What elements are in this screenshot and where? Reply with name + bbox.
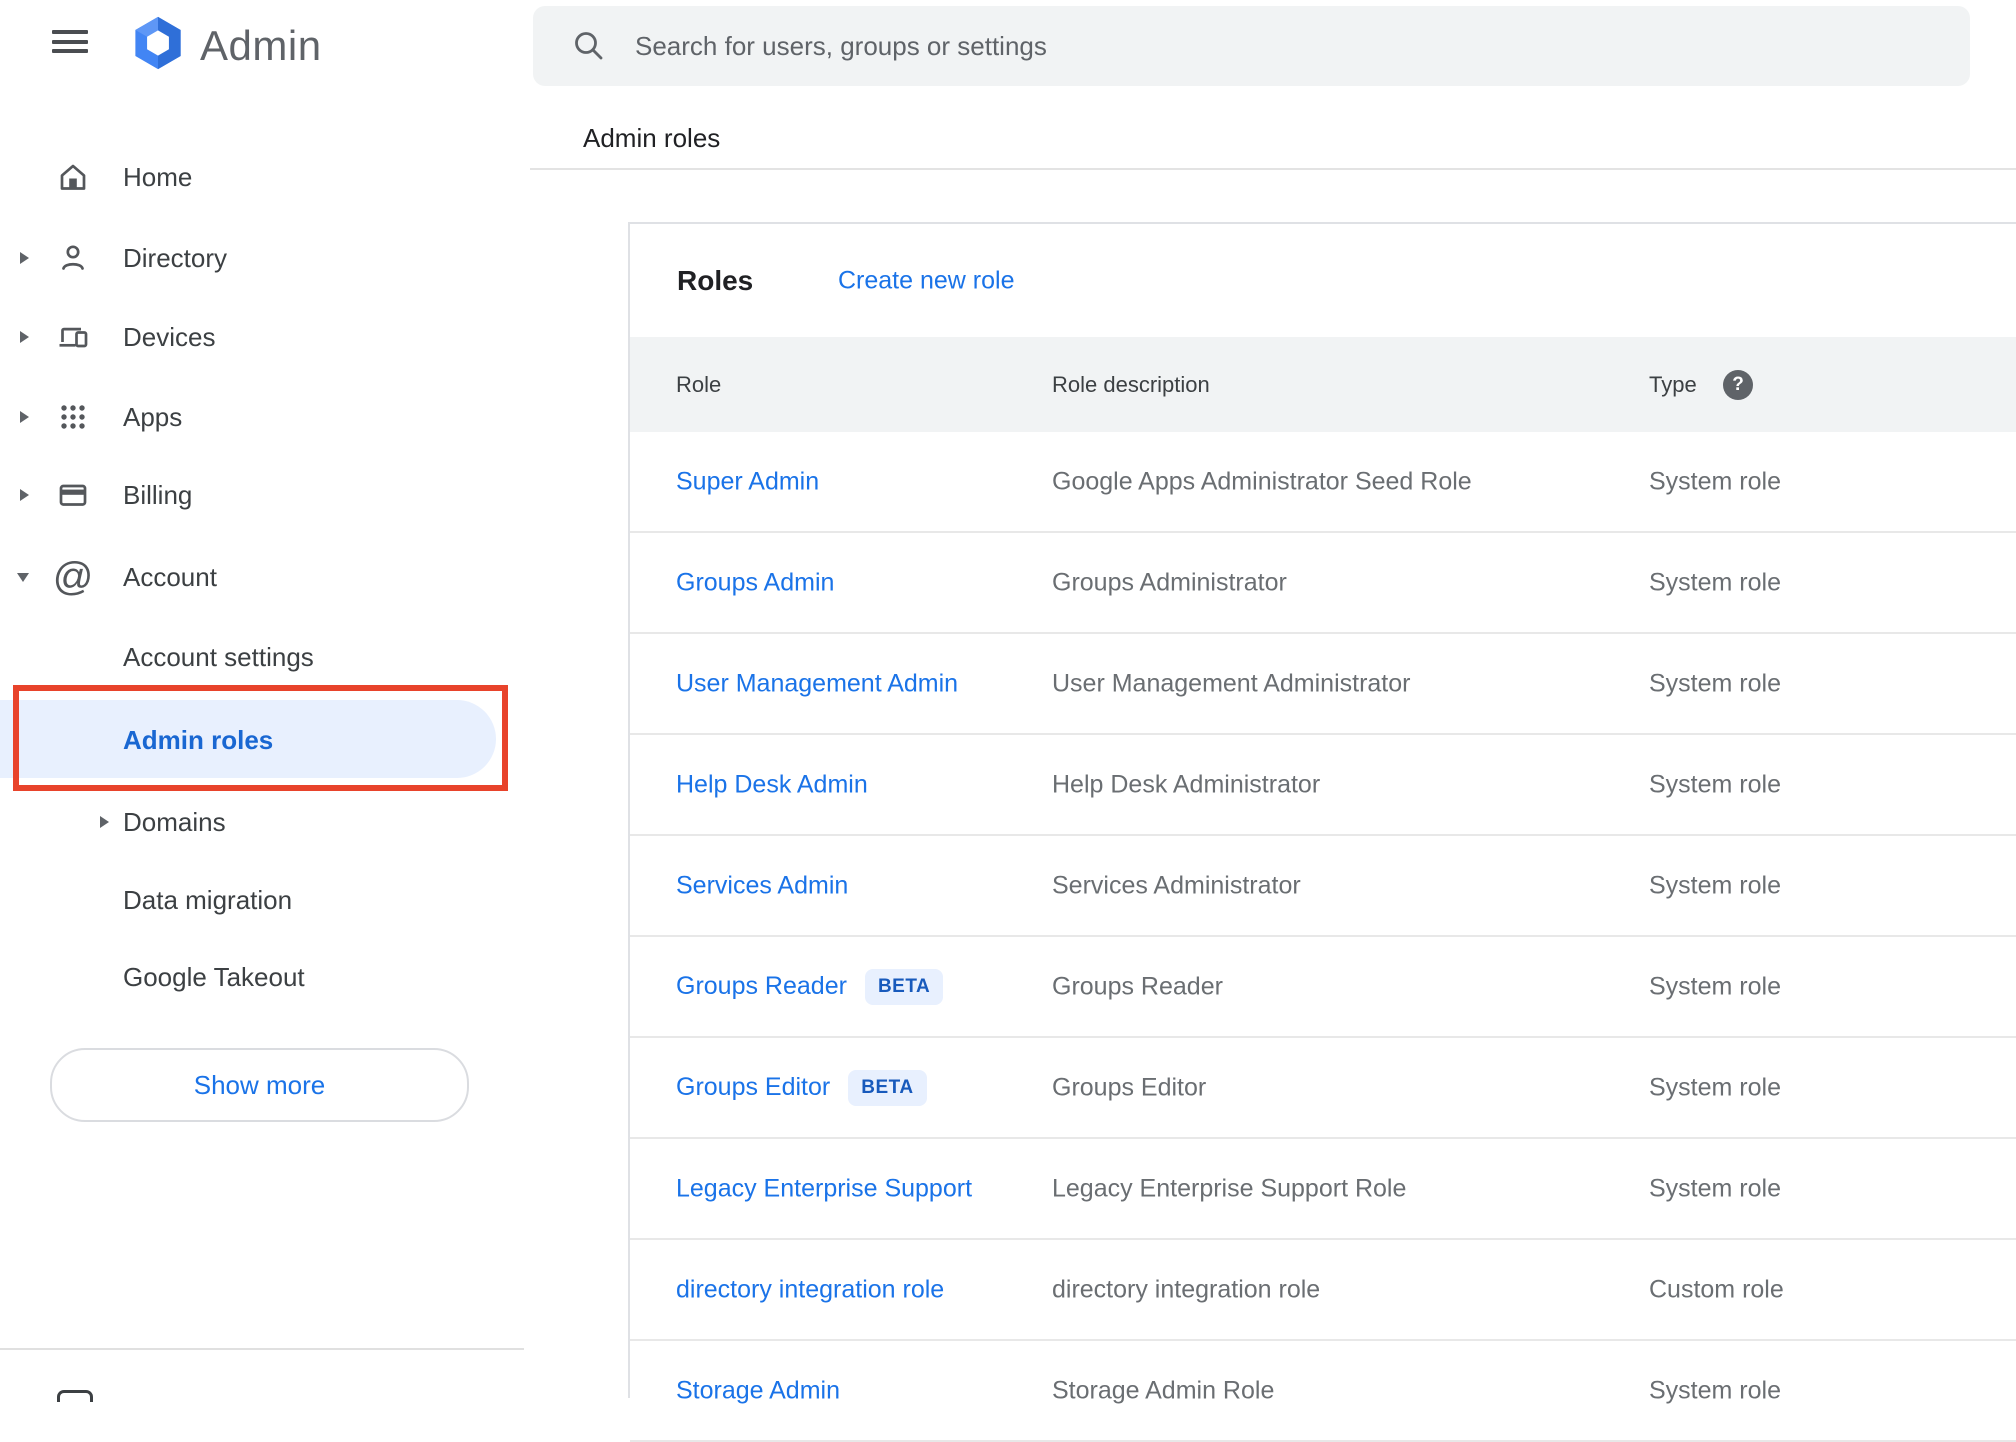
roles-card-header: Roles Create new role	[630, 224, 2016, 337]
sidebar-item-apps[interactable]: Apps	[0, 377, 524, 457]
column-header-role: Role	[676, 371, 722, 397]
role-type: System role	[1649, 669, 1781, 697]
role-link[interactable]: Groups Admin	[676, 568, 834, 597]
table-row[interactable]: Storage Admin Storage Admin Role System …	[630, 1341, 2016, 1442]
sidebar-item-home[interactable]: Home	[0, 137, 524, 217]
role-link[interactable]: Storage Admin	[676, 1376, 840, 1405]
sidebar-item-label: Billing	[123, 479, 193, 510]
apps-grid-icon	[55, 399, 91, 435]
table-row[interactable]: Legacy Enterprise Support Legacy Enterpr…	[630, 1139, 2016, 1240]
sidebar-bottom-divider	[0, 1348, 524, 1350]
role-link[interactable]: Legacy Enterprise Support	[676, 1174, 972, 1203]
table-row[interactable]: Groups Editor BETA Groups Editor System …	[630, 1038, 2016, 1139]
sidebar-item-label: Apps	[123, 401, 183, 432]
roles-title: Roles	[677, 264, 754, 296]
table-header-row: Role Role description Type ?	[630, 337, 2016, 432]
role-type: System role	[1649, 770, 1781, 798]
show-more-button[interactable]: Show more	[50, 1048, 469, 1122]
beta-badge: BETA	[848, 1069, 927, 1106]
hamburger-bar	[52, 49, 88, 53]
sidebar-item-devices[interactable]: Devices	[0, 297, 524, 377]
role-description: Groups Administrator	[1052, 568, 1287, 596]
role-description: Help Desk Administrator	[1052, 770, 1321, 798]
sidebar-item-account[interactable]: @ Account	[0, 537, 524, 617]
table-row[interactable]: Groups Admin Groups Administrator System…	[630, 533, 2016, 634]
roles-table-body: Super Admin Google Apps Administrator Se…	[630, 432, 2016, 1442]
sidebar-item-domains[interactable]: Domains	[0, 782, 524, 862]
home-icon	[55, 159, 91, 195]
expand-arrow-icon[interactable]	[20, 331, 29, 343]
collapse-arrow-icon[interactable]	[17, 572, 29, 582]
role-description: Groups Editor	[1052, 1073, 1207, 1101]
breadcrumb: Admin roles	[583, 123, 721, 153]
role-link[interactable]: Groups Editor	[676, 1073, 830, 1102]
role-description: User Management Administrator	[1052, 669, 1411, 697]
role-link[interactable]: Super Admin	[676, 467, 819, 496]
role-description: Groups Reader	[1052, 972, 1223, 1000]
role-type: System role	[1649, 972, 1781, 1000]
role-link[interactable]: Groups Reader	[676, 972, 847, 1001]
sidebar-item-label: Directory	[123, 242, 228, 273]
expand-arrow-icon[interactable]	[20, 489, 29, 501]
sidebar-item-label: Account settings	[123, 641, 314, 672]
search-icon	[575, 32, 603, 60]
hamburger-bar	[52, 39, 88, 44]
create-new-role-link[interactable]: Create new role	[838, 266, 1014, 295]
role-type: System role	[1649, 1073, 1781, 1101]
sidebar-item-label: Data migration	[123, 884, 293, 915]
sidebar-item-label: Google Takeout	[123, 961, 305, 992]
person-icon	[55, 240, 91, 276]
annotation-red-box	[13, 685, 508, 791]
role-description: directory integration role	[1052, 1275, 1321, 1303]
role-type: Custom role	[1649, 1275, 1784, 1303]
role-type: System role	[1649, 1376, 1781, 1404]
role-description: Services Administrator	[1052, 871, 1301, 899]
table-row[interactable]: Groups Reader BETA Groups Reader System …	[630, 937, 2016, 1038]
sidebar-item-google-takeout[interactable]: Google Takeout	[0, 937, 524, 1017]
role-type: System role	[1649, 568, 1781, 596]
sidebar-item-label: Devices	[123, 321, 216, 352]
search-bar[interactable]	[533, 6, 1970, 86]
role-link[interactable]: Help Desk Admin	[676, 770, 868, 799]
role-description: Google Apps Administrator Seed Role	[1052, 467, 1472, 495]
credit-card-icon	[55, 477, 91, 513]
sidebar-item-directory[interactable]: Directory	[0, 218, 524, 298]
sidebar-item-data-migration[interactable]: Data migration	[0, 860, 524, 940]
hamburger-menu-icon[interactable]	[52, 30, 88, 53]
devices-icon	[55, 319, 91, 355]
sidebar-item-label: Domains	[123, 806, 226, 837]
role-type: System role	[1649, 1174, 1781, 1202]
role-link[interactable]: directory integration role	[676, 1275, 944, 1304]
table-row[interactable]: User Management Admin User Management Ad…	[630, 634, 2016, 735]
column-header-type: Type	[1649, 371, 1697, 397]
table-row[interactable]: directory integration role directory int…	[630, 1240, 2016, 1341]
sidebar-item-billing[interactable]: Billing	[0, 455, 524, 535]
column-header-description: Role description	[1052, 371, 1210, 397]
expand-arrow-icon[interactable]	[20, 252, 29, 264]
roles-card: Roles Create new role Role Role descript…	[628, 222, 2016, 1442]
help-icon[interactable]: ?	[1723, 369, 1753, 400]
role-description: Storage Admin Role	[1052, 1376, 1275, 1404]
app-title: Admin	[200, 22, 322, 69]
role-type: System role	[1649, 871, 1781, 899]
table-row[interactable]: Super Admin Google Apps Administrator Se…	[630, 432, 2016, 533]
role-link[interactable]: Services Admin	[676, 871, 848, 900]
role-link[interactable]: User Management Admin	[676, 669, 958, 698]
expand-arrow-icon[interactable]	[100, 816, 109, 828]
role-description: Legacy Enterprise Support Role	[1052, 1174, 1407, 1202]
table-row[interactable]: Help Desk Admin Help Desk Administrator …	[630, 735, 2016, 836]
sidebar-item-label: Home	[123, 161, 193, 192]
expand-arrow-icon[interactable]	[20, 411, 29, 423]
content-divider	[530, 168, 2016, 170]
search-input[interactable]	[633, 29, 1837, 63]
sidebar-item-label: Account	[123, 561, 217, 592]
role-type: System role	[1649, 467, 1781, 495]
google-admin-logo-icon	[135, 16, 181, 70]
table-row[interactable]: Services Admin Services Administrator Sy…	[630, 836, 2016, 937]
hamburger-bar	[52, 30, 88, 34]
cutoff-sidebar-icon	[57, 1390, 93, 1402]
beta-badge: BETA	[864, 968, 944, 1005]
at-sign-icon: @	[52, 555, 94, 599]
